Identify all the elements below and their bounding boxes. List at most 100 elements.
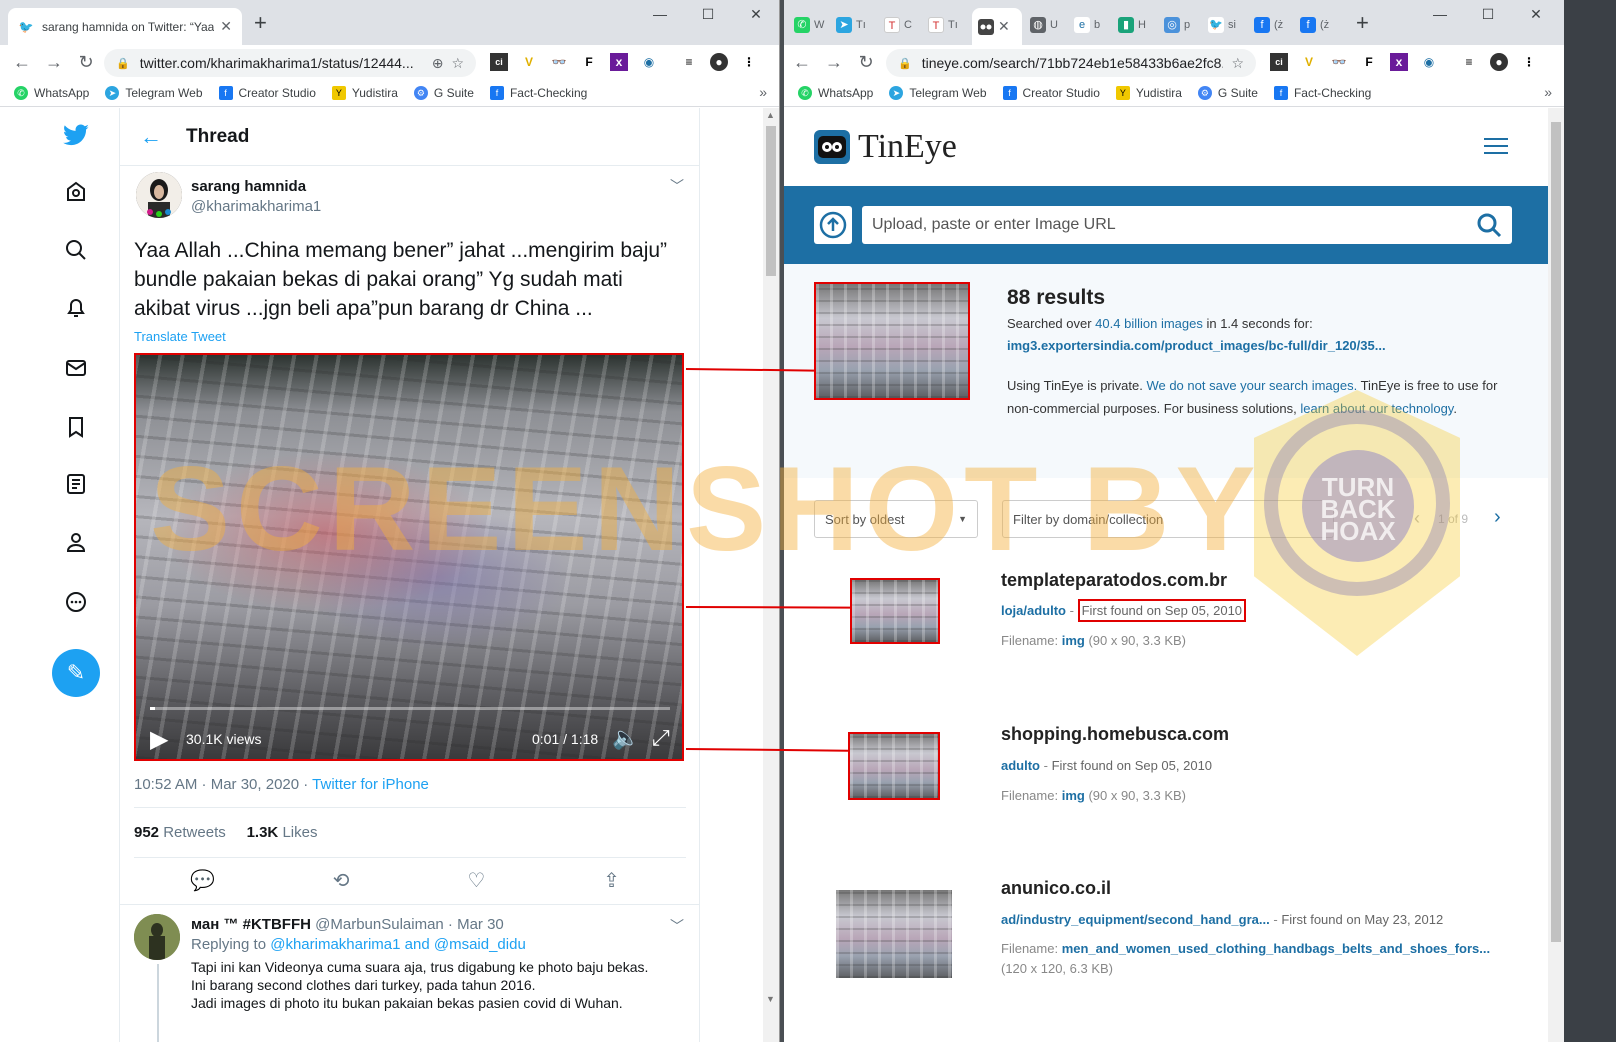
result-thumbnail[interactable] — [848, 732, 940, 800]
bookmark-telegram[interactable]: ➤ Telegram Web — [105, 85, 203, 100]
extension-v-icon[interactable]: V — [1300, 53, 1318, 71]
explore-hashtag-icon[interactable] — [62, 178, 90, 206]
bookmark-telegram[interactable]: ➤ Telegram Web — [889, 85, 987, 100]
close-window-icon[interactable]: ✕ — [746, 6, 766, 23]
chevron-down-icon[interactable]: ﹀ — [670, 176, 684, 196]
replying-to-users[interactable]: @kharimakharima1 and @msaid_didu — [270, 936, 526, 953]
filename-link[interactable]: img — [1062, 788, 1085, 803]
scrollbar-thumb[interactable] — [766, 126, 776, 276]
tab-t-site-2[interactable]: T Tı — [928, 14, 958, 36]
bookmark-g-suite[interactable]: ⚙ G Suite — [1197, 85, 1258, 100]
retweets-count[interactable]: 952 — [134, 824, 159, 841]
scroll-down-icon[interactable]: ▼ — [766, 994, 775, 1004]
next-page-icon[interactable]: › — [1494, 506, 1501, 529]
search-icon[interactable] — [1476, 212, 1502, 238]
result-domain[interactable]: anunico.co.il — [1001, 878, 1111, 899]
reply-meta[interactable]: @MarbunSulaiman · Mar 30 — [315, 916, 504, 933]
result-domain[interactable]: shopping.homebusca.com — [1001, 724, 1229, 745]
hamburger-menu-icon[interactable] — [1484, 138, 1508, 154]
scrollbar-thumb[interactable] — [1551, 122, 1561, 942]
bookmark-creator-studio[interactable]: f Creator Studio — [1002, 85, 1100, 100]
extension-ci-icon[interactable]: ci — [490, 53, 508, 71]
play-icon[interactable]: ▶ — [150, 725, 168, 754]
result-thumbnail[interactable] — [850, 578, 940, 644]
bookmark-star-icon[interactable]: ☆ — [451, 55, 464, 72]
author-name[interactable]: sarang hamnida — [191, 178, 306, 195]
retweet-icon[interactable]: ⟲ — [333, 868, 350, 893]
extension-v-icon[interactable]: V — [520, 53, 538, 71]
bookmark-whatsapp[interactable]: ✆ WhatsApp — [798, 85, 873, 100]
notifications-bell-icon[interactable] — [62, 294, 90, 322]
scrollbar[interactable] — [1548, 108, 1564, 1042]
share-icon[interactable]: ⇪ — [603, 868, 620, 893]
retweets-label[interactable]: Retweets — [163, 824, 226, 841]
reply-icon[interactable]: 💬 — [190, 868, 215, 893]
searched-count-link[interactable]: 40.4 billion images — [1095, 316, 1203, 331]
twitter-logo-icon[interactable] — [62, 122, 90, 150]
reply-avatar[interactable] — [134, 914, 180, 960]
menu-dots-icon[interactable]: ⋮ — [1520, 53, 1538, 71]
menu-dots-icon[interactable]: ⋮ — [740, 53, 758, 71]
extension-ci-icon[interactable]: ci — [1270, 53, 1288, 71]
volume-icon[interactable]: 🔈 — [612, 725, 639, 751]
author-handle[interactable]: @kharimakharima1 — [191, 198, 321, 215]
filename-link[interactable]: img — [1062, 633, 1085, 648]
compose-tweet-button[interactable]: ✎ — [52, 649, 100, 697]
extension-eye-icon[interactable]: ◉ — [640, 53, 658, 71]
tab-twitter[interactable]: 🐦 si — [1208, 14, 1236, 36]
image-url-input[interactable]: Upload, paste or enter Image URL — [862, 206, 1512, 244]
extension-f-icon[interactable]: F — [1360, 53, 1378, 71]
result-path-link[interactable]: adulto — [1001, 758, 1040, 773]
close-tab-icon[interactable]: ✕ — [998, 18, 1010, 35]
tab-whatsapp[interactable]: ✆ W — [794, 14, 824, 36]
tab-h[interactable]: ▮ H — [1118, 14, 1146, 36]
profile-icon[interactable] — [62, 528, 90, 556]
extension-glasses-icon[interactable]: 👓 — [1330, 53, 1348, 71]
close-tab-icon[interactable]: ✕ — [220, 18, 232, 35]
upload-button[interactable] — [814, 206, 852, 244]
likes-count[interactable]: 1.3K — [247, 824, 279, 841]
filename-link[interactable]: men_and_women_used_clothing_handbags_bel… — [1062, 941, 1490, 956]
bookmark-g-suite[interactable]: ⚙ G Suite — [413, 85, 474, 100]
avatar[interactable] — [136, 172, 182, 218]
reload-icon[interactable]: ↻ — [70, 52, 102, 73]
reading-list-icon[interactable]: ≡ — [1460, 53, 1478, 71]
tab-t-site[interactable]: TC — [884, 14, 912, 36]
new-tab-button[interactable]: + — [254, 12, 267, 34]
lists-icon[interactable] — [62, 470, 90, 498]
chevron-down-icon[interactable]: ﹀ — [670, 916, 684, 936]
bookmark-yudistira[interactable]: Y Yudistira — [1115, 85, 1182, 100]
minimize-icon[interactable]: — — [1430, 6, 1450, 23]
extension-x-icon[interactable]: x — [1390, 53, 1408, 71]
scroll-up-icon[interactable]: ▲ — [766, 110, 775, 120]
tab-facebook-2[interactable]: f (ż — [1300, 14, 1329, 36]
bookmark-fact-checking[interactable]: f Fact-Checking — [489, 85, 587, 100]
tab-twitter[interactable]: 🐦 sarang hamnida on Twitter: “Yaa ✕ — [8, 8, 242, 45]
result-path-link[interactable]: loja/adulto — [1001, 603, 1066, 618]
more-bookmarks-icon[interactable]: » — [759, 84, 767, 100]
reading-list-icon[interactable]: ≡ — [680, 53, 698, 71]
maximize-icon[interactable]: ☐ — [698, 6, 718, 23]
privacy-link[interactable]: We do not save your search images. — [1146, 378, 1357, 393]
video-progress-track[interactable] — [150, 707, 670, 710]
address-bar[interactable]: 🔒 tineye.com/search/71bb724eb1e58433b6ae… — [886, 49, 1256, 77]
tweet-timestamp[interactable]: 10:52 AM · Mar 30, 2020 · — [134, 776, 312, 793]
extension-x-icon[interactable]: x — [610, 53, 628, 71]
result-thumbnail[interactable] — [836, 890, 952, 978]
tab-globe[interactable]: ◍ U — [1030, 14, 1058, 36]
maximize-icon[interactable]: ☐ — [1478, 6, 1498, 23]
tab-tineye[interactable]: ✕ — [972, 8, 1022, 45]
back-arrow-icon[interactable]: ← — [6, 52, 38, 73]
profile-avatar-icon[interactable]: ● — [710, 53, 728, 71]
more-options-icon[interactable] — [62, 588, 90, 616]
more-bookmarks-icon[interactable]: » — [1544, 84, 1552, 100]
tweet-source-link[interactable]: Twitter for iPhone — [312, 776, 429, 793]
extension-eye-icon[interactable]: ◉ — [1420, 53, 1438, 71]
profile-avatar-icon[interactable]: ● — [1490, 53, 1508, 71]
extension-glasses-icon[interactable]: 👓 — [550, 53, 568, 71]
source-image-url[interactable]: img3.exportersindia.com/product_images/b… — [1007, 338, 1386, 353]
tab-e[interactable]: eb — [1074, 14, 1100, 36]
result-path-link[interactable]: ad/industry_equipment/second_hand_gra... — [1001, 912, 1270, 927]
close-window-icon[interactable]: ✕ — [1526, 6, 1546, 23]
bookmark-fact-checking[interactable]: f Fact-Checking — [1273, 85, 1371, 100]
